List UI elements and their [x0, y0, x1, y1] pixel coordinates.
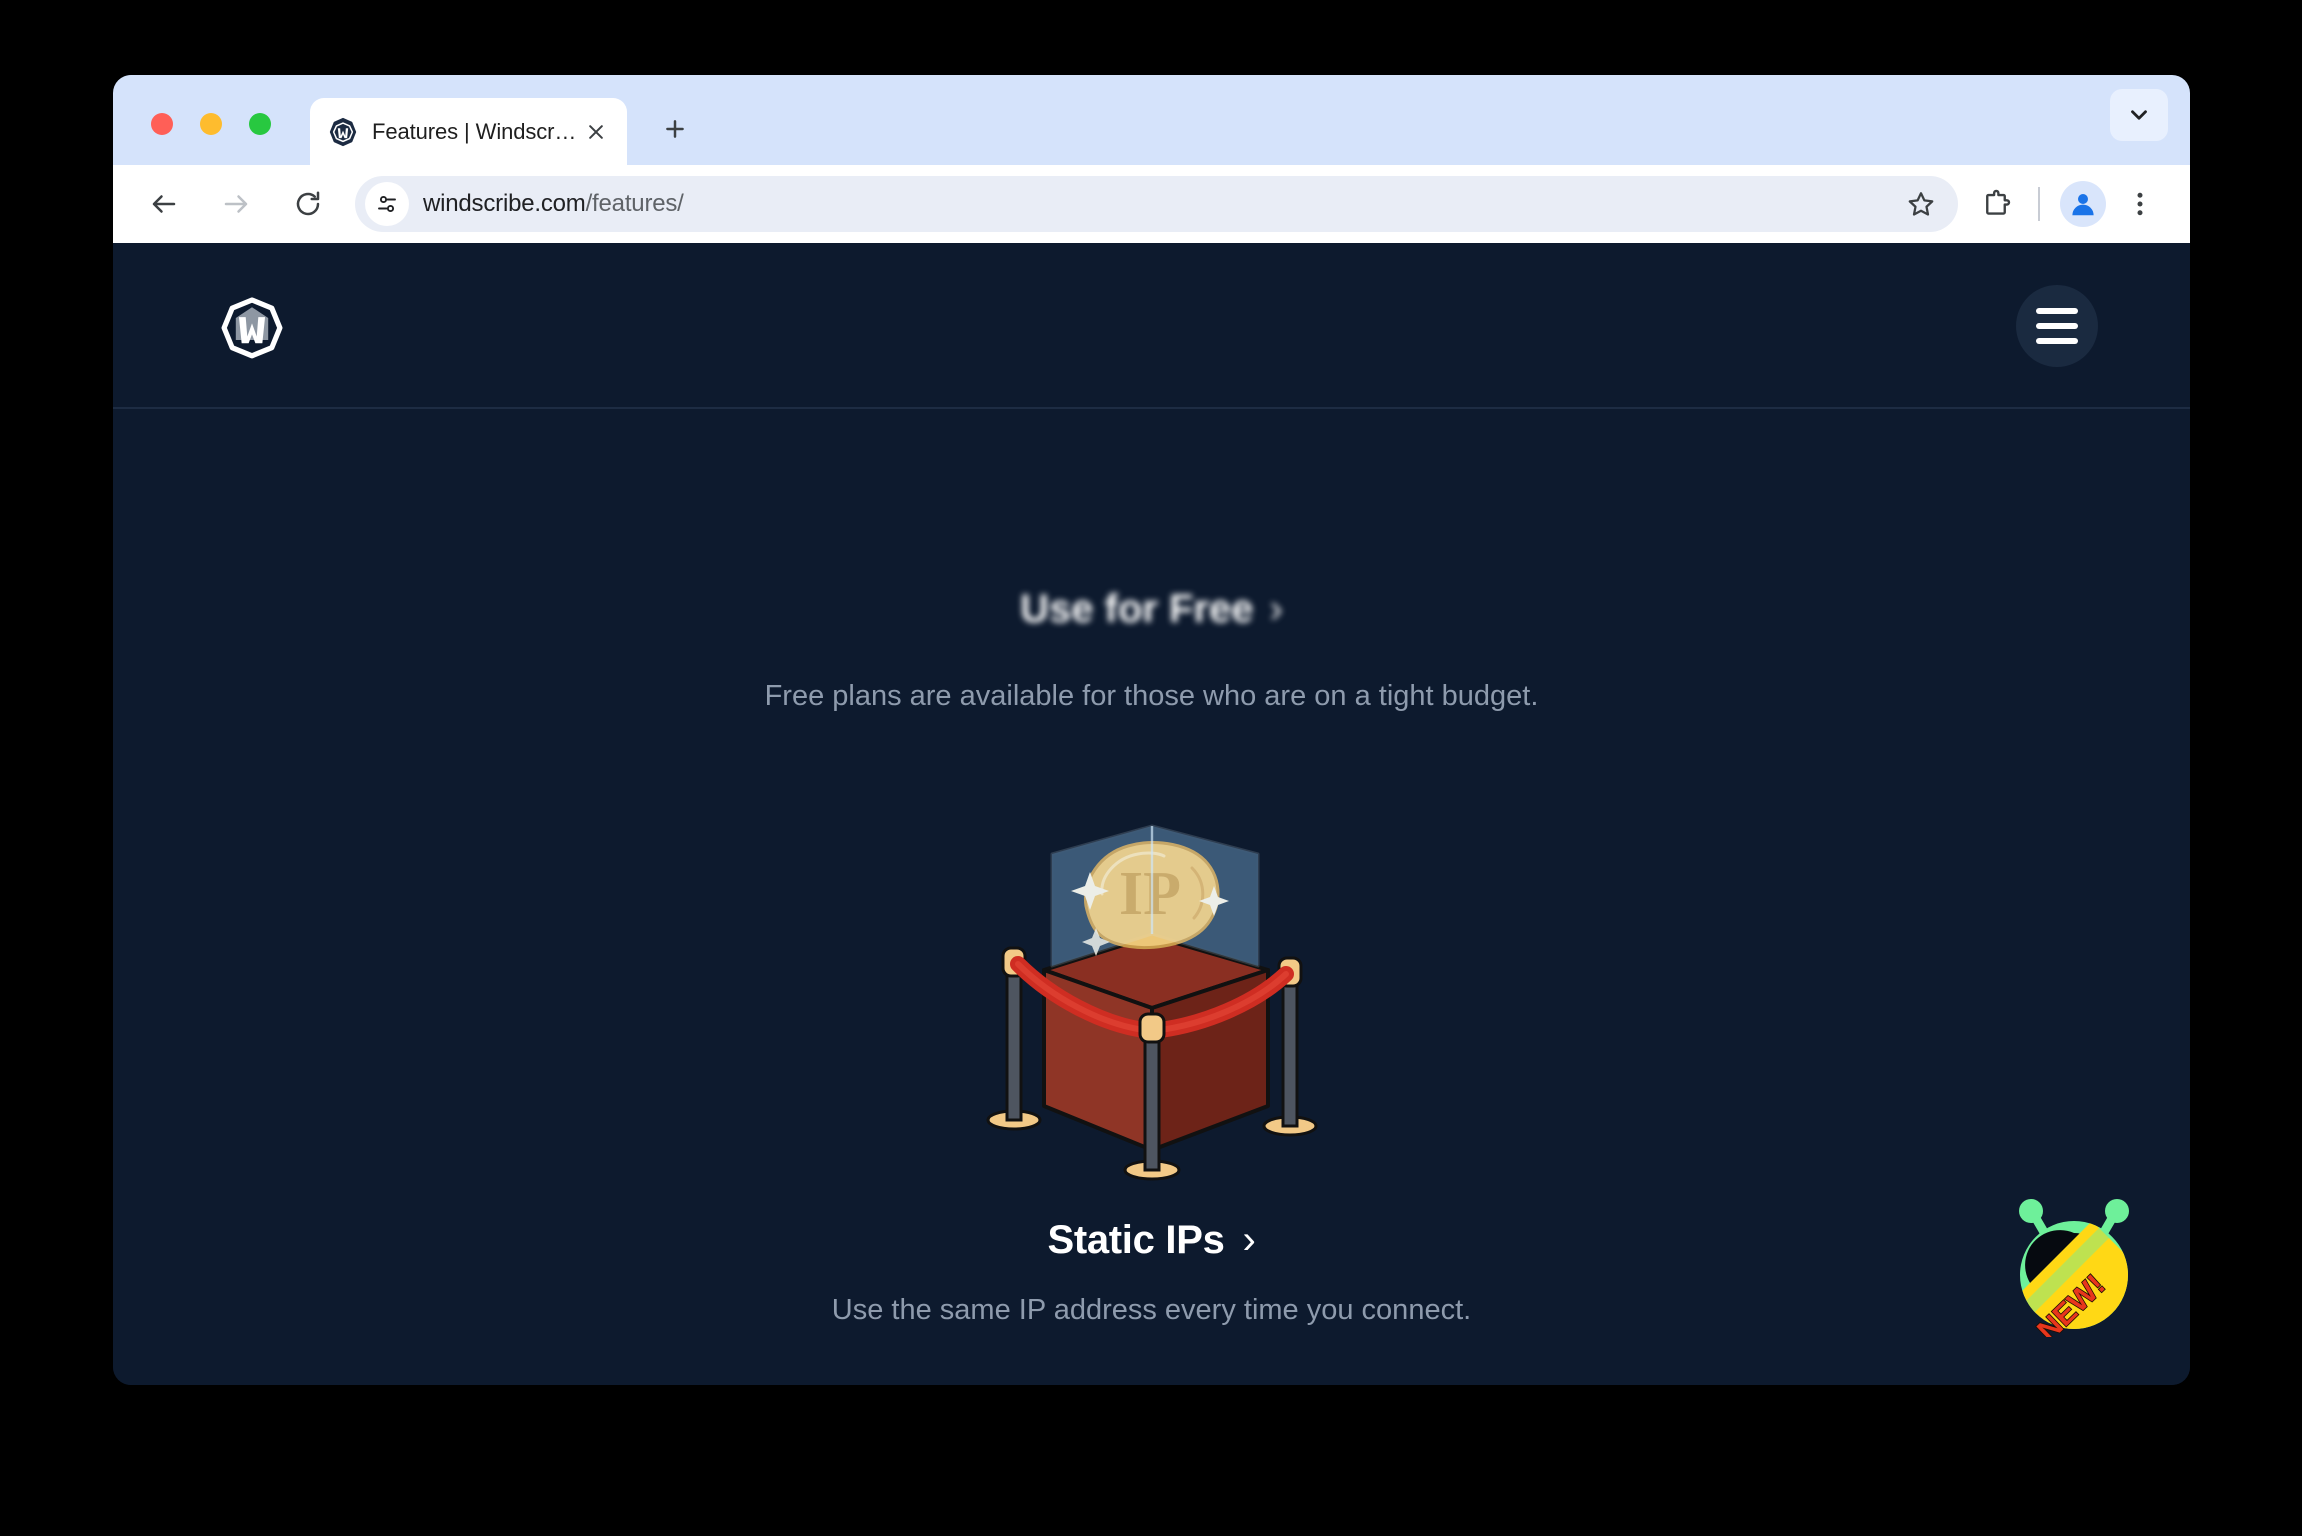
site-header: [113, 243, 2190, 409]
toolbar-divider: [2038, 187, 2040, 221]
tab-search-button[interactable]: [2110, 89, 2168, 141]
tune-sliders-icon[interactable]: [365, 182, 409, 226]
url-text: windscribe.com/features/: [423, 190, 1896, 218]
profile-avatar-icon[interactable]: [2060, 181, 2106, 227]
three-dots-menu-icon[interactable]: [2112, 176, 2168, 232]
close-icon[interactable]: [579, 115, 613, 149]
new-tab-button[interactable]: [653, 107, 697, 151]
alien-help-icon[interactable]: ? NEW!: [2000, 1189, 2148, 1349]
forward-arrow-icon: [207, 175, 265, 233]
tab-title: Features | Windscribe: [372, 118, 579, 144]
previous-feature-title-text: Use for Free: [1020, 587, 1254, 631]
browser-window: Features | Windscribe windscribe.com/fea…: [113, 75, 2190, 1385]
star-icon[interactable]: [1896, 179, 1946, 229]
page-viewport: Use for Free › Free plans are available f…: [113, 243, 2190, 1385]
feature-title[interactable]: Static IPs ›: [113, 1218, 2190, 1263]
url-host: windscribe.com: [423, 190, 586, 217]
window-traffic-lights: [151, 113, 271, 135]
hamburger-bar: [2036, 338, 2078, 344]
maximize-window-button[interactable]: [249, 113, 271, 135]
reload-icon[interactable]: [279, 175, 337, 233]
browser-tab[interactable]: Features | Windscribe: [310, 98, 627, 165]
close-window-button[interactable]: [151, 113, 173, 135]
tab-strip: Features | Windscribe: [113, 75, 2190, 165]
hamburger-bar: [2036, 308, 2078, 314]
windscribe-logo-icon[interactable]: [216, 291, 288, 363]
feature-title-text: Static IPs: [1047, 1218, 1225, 1262]
windscribe-logo-icon: [328, 117, 358, 147]
hamburger-bar: [2036, 323, 2078, 329]
hamburger-menu-icon[interactable]: [2016, 285, 2098, 367]
chevron-right-icon: ›: [1269, 587, 1283, 631]
feature-card-static-ips: IP Static IPs › Use the same IP address …: [113, 818, 2190, 1331]
address-bar[interactable]: windscribe.com/features/: [355, 176, 1958, 232]
previous-feature-description: Free plans are available for those who a…: [764, 680, 1539, 712]
minimize-window-button[interactable]: [200, 113, 222, 135]
previous-feature-title[interactable]: Use for Free ›: [113, 587, 2190, 632]
ip-nugget-display-case-illustration: IP: [982, 818, 1322, 1188]
back-arrow-icon[interactable]: [135, 175, 193, 233]
feature-description: Use the same IP address every time you c…: [831, 1294, 1472, 1326]
url-path: /features/: [585, 190, 684, 217]
puzzle-piece-icon[interactable]: [1968, 176, 2024, 232]
browser-toolbar: windscribe.com/features/: [113, 165, 2190, 243]
chevron-right-icon: ›: [1242, 1218, 1256, 1262]
